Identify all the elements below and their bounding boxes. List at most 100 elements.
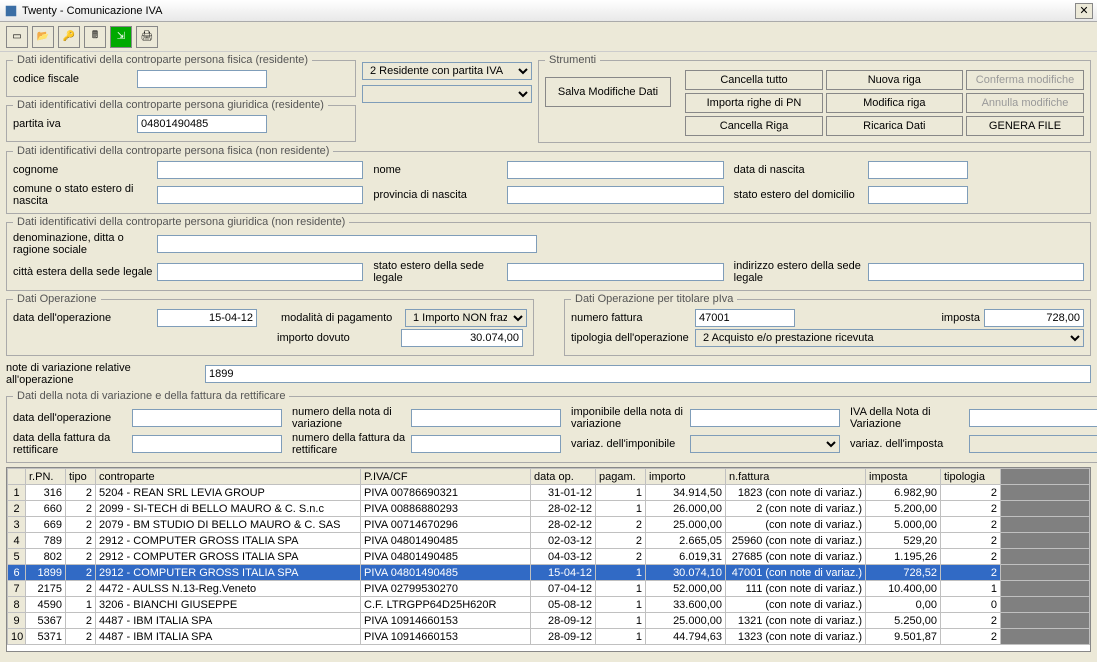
iva-nota-field[interactable] — [969, 409, 1097, 427]
label-note-var: note di variazione relative all'operazio… — [6, 362, 201, 386]
col-pagam[interactable]: pagam. — [596, 469, 646, 485]
partita-iva-field[interactable] — [137, 115, 267, 133]
col-tipologia[interactable]: tipologia — [941, 469, 1001, 485]
data-op-field[interactable] — [157, 309, 257, 327]
label-partita-iva: partita iva — [13, 118, 133, 130]
stato-estero-sede-field[interactable] — [507, 263, 723, 281]
legend-pf-nres: Dati identificativi della controparte pe… — [13, 145, 333, 157]
denom-field[interactable] — [157, 235, 537, 253]
legend-dati-op-tit: Dati Operazione per titolare pIva — [571, 293, 737, 305]
data-nascita-field[interactable] — [868, 161, 968, 179]
indirizzo-estero-field[interactable] — [868, 263, 1084, 281]
imp-dovuto-field[interactable] — [401, 329, 523, 347]
tip-op-select[interactable]: 2 Acquisto e/o prestazione ricevuta — [695, 329, 1084, 347]
prov-nascita-field[interactable] — [507, 186, 723, 204]
table-row[interactable]: 8459013206 - BIANCHI GIUSEPPEC.F. LTRGPP… — [8, 597, 1090, 613]
label-cognome: cognome — [13, 164, 153, 176]
num-nota-var-field[interactable] — [411, 409, 561, 427]
col-controparte[interactable]: controparte — [96, 469, 361, 485]
group-dati-op-titolare: Dati Operazione per titolare pIva numero… — [564, 293, 1091, 356]
label-codice-fiscale: codice fiscale — [13, 73, 133, 85]
note-var-field[interactable] — [205, 365, 1091, 383]
label-variaz-imponibile: variaz. dell'imponibile — [571, 438, 686, 450]
label-num-nota-var: numero della nota di variazione — [292, 406, 407, 430]
nome-field[interactable] — [507, 161, 723, 179]
label-imponibile-nota: imponibile della nota di variazione — [571, 406, 686, 430]
label-iva-nota: IVA della Nota di Variazione — [850, 406, 965, 430]
codice-fiscale-field[interactable] — [137, 70, 267, 88]
ricarica-dati-button[interactable]: Ricarica Dati — [826, 116, 963, 136]
label-prov-nascita: provincia di nascita — [373, 189, 503, 201]
cancella-tutto-button[interactable]: Cancella tutto — [685, 70, 822, 90]
mod-pag-select[interactable]: 1 Importo NON frazio — [405, 309, 527, 327]
label-indirizzo-estero: indirizzo estero della sede legale — [734, 260, 864, 284]
table-row[interactable]: 10537124487 - IBM ITALIA SPAPIVA 1091466… — [8, 629, 1090, 645]
comune-stato-field[interactable] — [157, 186, 363, 204]
label-denom: denominazione, ditta o ragione sociale — [13, 232, 153, 256]
label-data-op2: data dell'operazione — [13, 412, 128, 424]
table-row[interactable]: 366922079 - BM STUDIO DI BELLO MAURO & C… — [8, 517, 1090, 533]
table-row[interactable]: 478922912 - COMPUTER GROSS ITALIA SPAPIV… — [8, 533, 1090, 549]
label-nome: nome — [373, 164, 503, 176]
col-rpn[interactable]: r.PN. — [26, 469, 66, 485]
toolbar-export-icon[interactable]: ⇲ — [110, 26, 132, 48]
legend-dati-op: Dati Operazione — [13, 293, 101, 305]
group-pf-residente: Dati identificativi della controparte pe… — [6, 54, 356, 97]
window-title: Twenty - Comunicazione IVA — [22, 5, 1075, 17]
col-dataop[interactable]: data op. — [531, 469, 596, 485]
num-fatt-rett-field[interactable] — [411, 435, 561, 453]
table-row[interactable]: 580222912 - COMPUTER GROSS ITALIA SPAPIV… — [8, 549, 1090, 565]
label-data-fatt-rett: data della fattura da rettificare — [13, 432, 128, 456]
label-imp-dovuto: importo dovuto — [277, 332, 397, 344]
variaz-imposta-select[interactable] — [969, 435, 1097, 453]
table-row[interactable]: 131625204 - REAN SRL LEVIA GROUPPIVA 007… — [8, 485, 1090, 501]
imposta-field[interactable] — [984, 309, 1084, 327]
data-table[interactable]: r.PN. tipo controparte P.IVA/CF data op.… — [6, 467, 1091, 652]
toolbar-new-icon[interactable]: ▭ — [6, 26, 28, 48]
citta-estera-field[interactable] — [157, 263, 363, 281]
stato-estero-dom-field[interactable] — [868, 186, 968, 204]
col-piva[interactable]: P.IVA/CF — [361, 469, 531, 485]
toolbar-calc-icon[interactable]: 🖩 — [84, 26, 106, 48]
toolbar-print-icon[interactable]: 🖨 — [136, 26, 158, 48]
label-stato-estero-dom: stato estero del domicilio — [734, 189, 864, 201]
conferma-modifiche-button[interactable]: Conferma modifiche — [966, 70, 1084, 90]
toolbar: ▭ 📂 🔑 🖩 ⇲ 🖨 — [0, 22, 1097, 52]
cognome-field[interactable] — [157, 161, 363, 179]
label-mod-pag: modalità di pagamento — [281, 312, 401, 324]
toolbar-key-icon[interactable]: 🔑 — [58, 26, 80, 48]
label-citta-estera: città estera della sede legale — [13, 266, 153, 278]
col-importo[interactable]: importo — [646, 469, 726, 485]
col-nfattura[interactable]: n.fattura — [726, 469, 866, 485]
data-op2-field[interactable] — [132, 409, 282, 427]
label-num-fatt-rett: numero della fattura da rettificare — [292, 432, 407, 456]
variaz-imponibile-select[interactable] — [690, 435, 840, 453]
table-row[interactable]: 266022099 - SI-TECH di BELLO MAURO & C. … — [8, 501, 1090, 517]
col-imposta[interactable]: imposta — [866, 469, 941, 485]
table-row[interactable]: 9536724487 - IBM ITALIA SPAPIVA 10914660… — [8, 613, 1090, 629]
modifica-riga-button[interactable]: Modifica riga — [826, 93, 963, 113]
salva-modifiche-button[interactable]: Salva Modifiche Dati — [545, 77, 671, 107]
close-button[interactable]: ✕ — [1075, 3, 1093, 19]
secondary-select[interactable] — [362, 85, 532, 103]
table-row[interactable]: 6189922912 - COMPUTER GROSS ITALIA SPAPI… — [8, 565, 1090, 581]
importa-pn-button[interactable]: Importa righe di PN — [685, 93, 822, 113]
legend-pg-res: Dati identificativi della controparte pe… — [13, 99, 328, 111]
annulla-modifiche-button[interactable]: Annulla modifiche — [966, 93, 1084, 113]
label-tip-op: tipologia dell'operazione — [571, 332, 691, 344]
legend-pf-res: Dati identificativi della controparte pe… — [13, 54, 312, 66]
nuova-riga-button[interactable]: Nuova riga — [826, 70, 963, 90]
tipo-residente-select[interactable]: 2 Residente con partita IVA — [362, 62, 532, 80]
group-pg-residente: Dati identificativi della controparte pe… — [6, 99, 356, 142]
label-data-nascita: data di nascita — [734, 164, 864, 176]
num-fattura-field[interactable] — [695, 309, 795, 327]
toolbar-open-icon[interactable]: 📂 — [32, 26, 54, 48]
data-fatt-rett-field[interactable] — [132, 435, 282, 453]
label-data-op: data dell'operazione — [13, 312, 153, 324]
col-tipo[interactable]: tipo — [66, 469, 96, 485]
legend-strumenti: Strumenti — [545, 54, 600, 66]
table-row[interactable]: 7217524472 - AULSS N.13-Reg.VenetoPIVA 0… — [8, 581, 1090, 597]
cancella-riga-button[interactable]: Cancella Riga — [685, 116, 822, 136]
genera-file-button[interactable]: GENERA FILE — [966, 116, 1084, 136]
imponibile-nota-field[interactable] — [690, 409, 840, 427]
